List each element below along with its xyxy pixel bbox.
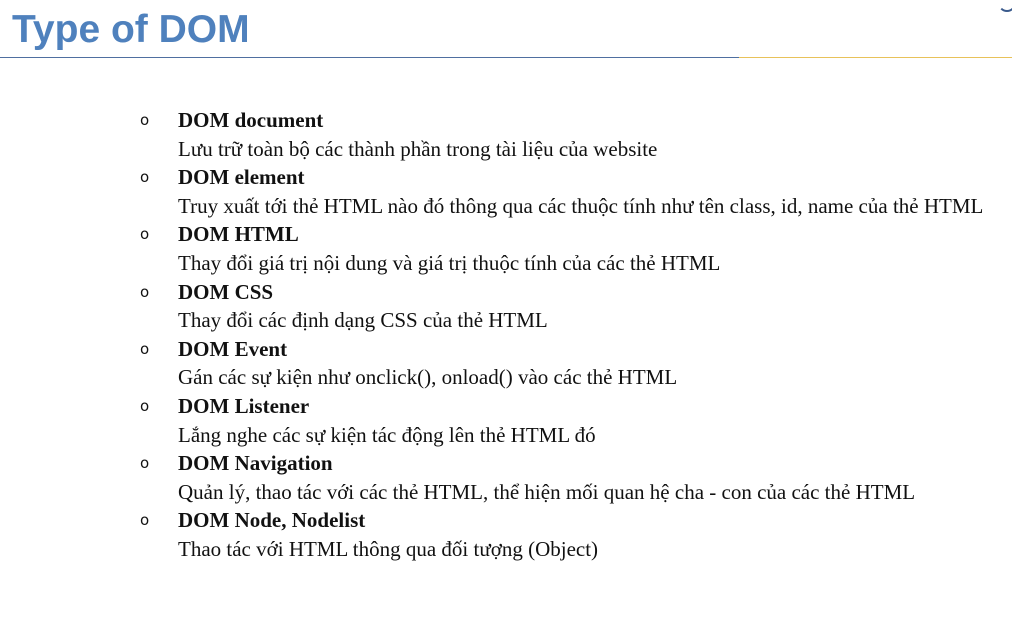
slide-title: Type of DOM (12, 8, 250, 51)
list-item: o DOM Event Gán các sự kiện như onclick(… (140, 335, 1002, 392)
item-title: DOM Event (178, 336, 288, 361)
item-description: Lắng nghe các sự kiện tác động lên thẻ H… (178, 422, 596, 447)
list-item: o DOM Navigation Quản lý, thao tác với c… (140, 449, 1002, 506)
item-description: Thay đổi giá trị nội dung và giá trị thu… (178, 250, 721, 275)
title-underline (0, 57, 1012, 58)
bullet-circle-icon: o (140, 168, 150, 187)
item-description: Gán các sự kiện như onclick(), onload() … (178, 365, 678, 390)
bullet-circle-icon: o (140, 225, 150, 244)
item-description: Truy xuất tới thẻ HTML nào đó thông qua … (178, 193, 984, 218)
corner-decoration (998, 0, 1012, 12)
bullet-circle-icon: o (140, 511, 150, 530)
item-title: DOM CSS (178, 279, 274, 304)
item-description: Thay đổi các định dạng CSS của thẻ HTML (178, 308, 548, 333)
list-item: o DOM element Truy xuất tới thẻ HTML nào… (140, 163, 1002, 220)
item-title: DOM Listener (178, 393, 310, 418)
bullet-circle-icon: o (140, 396, 150, 415)
item-title: DOM element (178, 165, 305, 190)
item-title: DOM document (178, 108, 324, 132)
item-description: Quản lý, thao tác với các thẻ HTML, thể … (178, 479, 916, 504)
bullet-circle-icon: o (140, 339, 150, 358)
item-title: DOM Navigation (178, 451, 333, 476)
list-item: o DOM Node, Nodelist Thao tác với HTML t… (140, 506, 1002, 563)
list-item: o DOM Listener Lắng nghe các sự kiện tác… (140, 392, 1002, 449)
bullet-circle-icon: o (140, 454, 150, 473)
item-title: DOM HTML (178, 222, 299, 247)
item-title: DOM Node, Nodelist (178, 508, 366, 533)
list-item: o DOM HTML Thay đổi giá trị nội dung và … (140, 220, 1002, 277)
bullet-circle-icon: o (140, 111, 150, 129)
list-item: o DOM CSS Thay đổi các định dạng CSS của… (140, 278, 1002, 335)
bullet-circle-icon: o (140, 282, 150, 301)
item-description: Thao tác với HTML thông qua đối tượng (O… (178, 536, 599, 561)
list-item: o DOM document Lưu trữ toàn bộ các thành… (140, 106, 1002, 163)
dom-type-list: o DOM document Lưu trữ toàn bộ các thành… (140, 106, 1002, 564)
item-description: Lưu trữ toàn bộ các thành phần trong tài… (178, 136, 658, 161)
